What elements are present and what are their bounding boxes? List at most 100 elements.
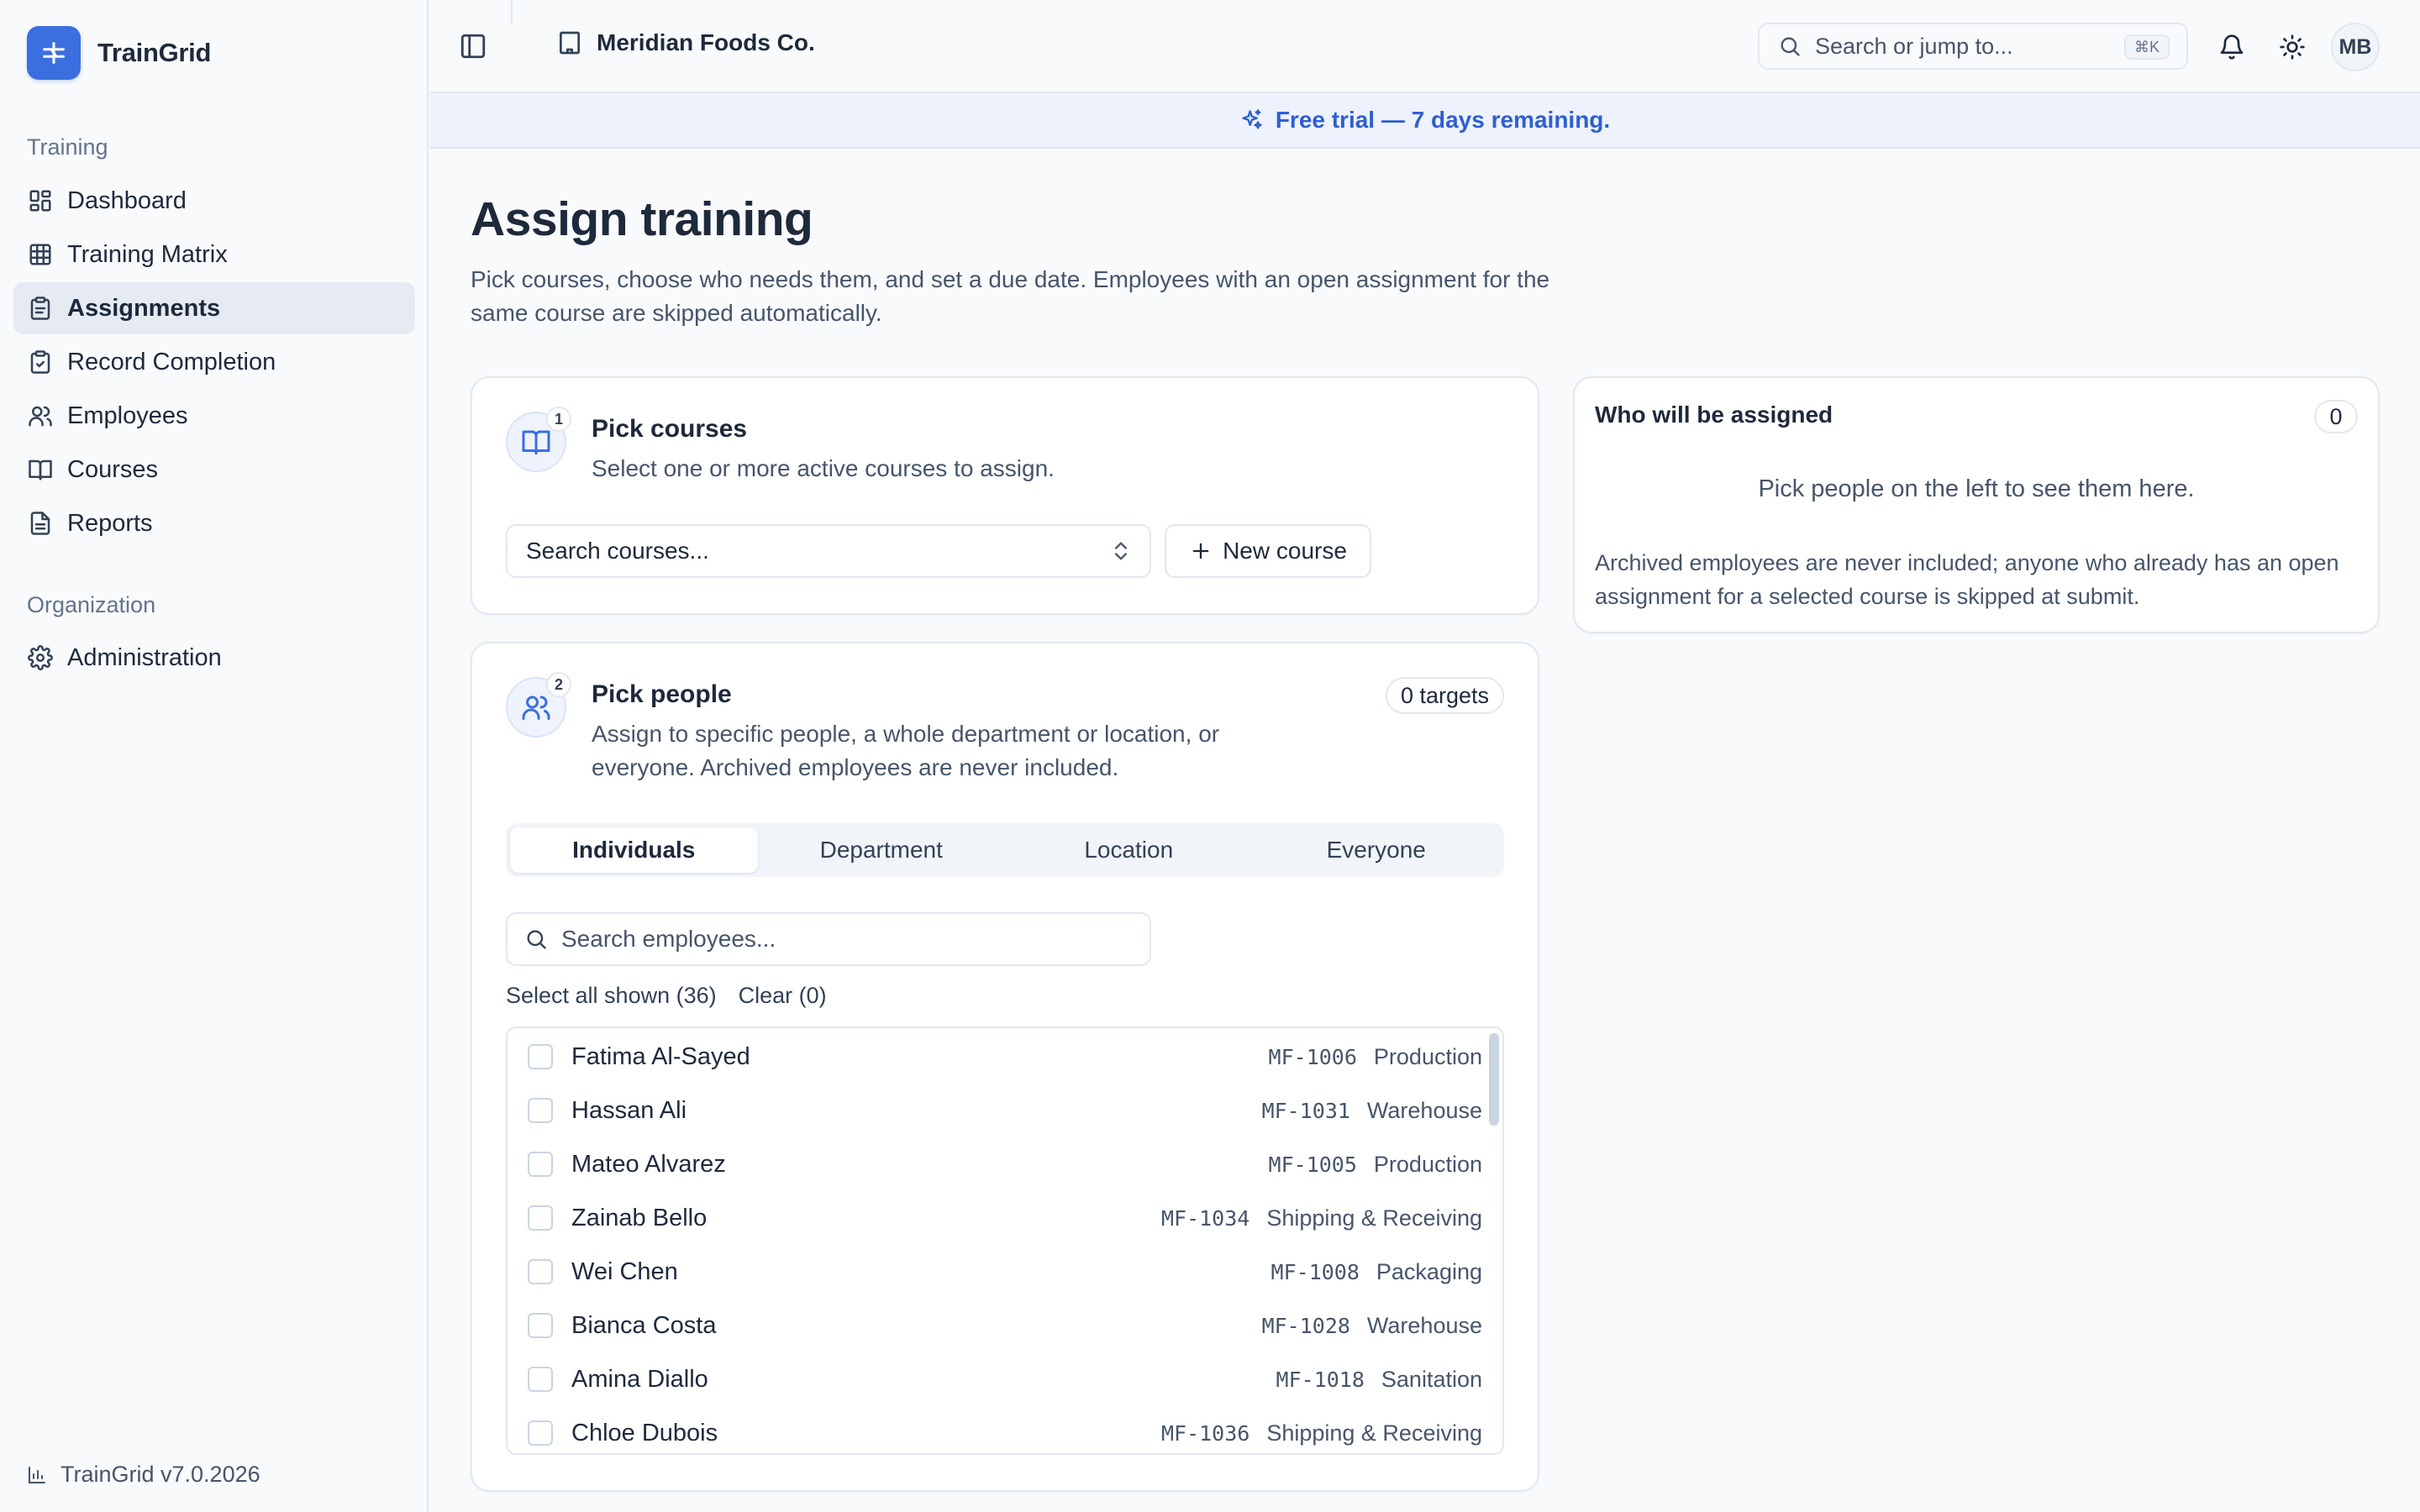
employee-checkbox[interactable] (528, 1098, 553, 1123)
sidebar-item-courses[interactable]: Courses (13, 444, 415, 496)
pick-courses-title: Pick courses (592, 415, 748, 443)
topbar-divider (511, 0, 513, 25)
employee-id: MF-1034 (1160, 1205, 1250, 1231)
employee-id: MF-1028 (1261, 1313, 1350, 1338)
select-all-shown-button[interactable]: Select all shown (36) (506, 983, 717, 1009)
employee-list[interactable]: Fatima Al-Sayed MF-1006 Production Hassan A… (506, 1026, 1504, 1455)
employee-row[interactable]: Chloe Dubois MF-1036 Shipping & Receiving (508, 1406, 1491, 1453)
nav-section-training: Training (27, 134, 108, 160)
sidebar-item-administration[interactable]: Administration (13, 632, 415, 684)
employee-row[interactable]: Zainab Bello MF-1034 Shipping & Receiving (508, 1191, 1491, 1245)
clipboard-check-icon (27, 349, 54, 375)
employee-row[interactable]: Mateo Alvarez MF-1005 Production (508, 1137, 1491, 1191)
employee-department: Shipping & Receiving (1266, 1420, 1482, 1446)
new-course-button[interactable]: New course (1165, 524, 1371, 578)
employee-checkbox[interactable] (528, 1420, 553, 1446)
trial-banner-text: Free trial — 7 days remaining. (1275, 107, 1611, 133)
sidebar-item-employees[interactable]: Employees (13, 390, 415, 442)
clear-selection-button[interactable]: Clear (0) (739, 983, 827, 1009)
search-shortcut: ⌘K (2123, 34, 2170, 60)
employee-department: Production (1373, 1043, 1482, 1069)
employee-row[interactable]: Wei Chen MF-1008 Packaging (508, 1245, 1491, 1299)
sidebar: TrainGrid Training Dashboard Training Ma… (0, 0, 429, 1512)
topbar: Meridian Foods Co. Search or jump to... … (430, 0, 2420, 93)
book-icon (27, 456, 54, 483)
tab-department[interactable]: Department (758, 827, 1006, 873)
sidebar-item-reports[interactable]: Reports (13, 497, 415, 549)
step-number-badge: 1 (546, 407, 571, 432)
employee-row[interactable]: Bianca Costa MF-1028 Warehouse (508, 1299, 1491, 1352)
step-1-book-icon: 1 (506, 407, 571, 472)
sun-icon[interactable] (2277, 32, 2307, 62)
global-search-input[interactable]: Search or jump to... ⌘K (1758, 23, 2188, 70)
employee-meta: MF-1006 Production (1269, 1044, 1482, 1070)
employee-name: Chloe Dubois (571, 1419, 718, 1446)
sidebar-item-label: Courses (67, 455, 158, 483)
pick-courses-description: Select one or more active courses to ass… (592, 455, 1055, 481)
target-type-tabs: Individuals Department Location Everyone (506, 823, 1504, 877)
chevrons-up-down-icon (1109, 539, 1133, 563)
file-text-icon (27, 510, 54, 537)
avatar[interactable]: MB (2331, 23, 2380, 71)
employee-meta: MF-1008 Packaging (1271, 1259, 1482, 1285)
bell-icon[interactable] (2217, 32, 2247, 62)
users-icon (27, 402, 54, 429)
building-icon (556, 29, 583, 56)
employee-row[interactable]: Fatima Al-Sayed MF-1006 Production (508, 1030, 1491, 1084)
course-search-combobox[interactable]: Search courses... (506, 524, 1151, 578)
global-search-placeholder: Search or jump to... (1815, 33, 2013, 59)
grid-icon (27, 241, 54, 268)
pick-people-card: 2 Pick people Assign to specific people,… (471, 642, 1539, 1492)
tab-location[interactable]: Location (1005, 827, 1253, 873)
employee-department: Sanitation (1381, 1366, 1482, 1392)
employee-checkbox[interactable] (528, 1044, 553, 1069)
employee-checkbox[interactable] (528, 1313, 553, 1338)
gear-icon (27, 644, 54, 671)
sidebar-item-label: Administration (67, 643, 222, 671)
clipboard-icon (27, 295, 54, 322)
employee-department: Warehouse (1366, 1312, 1482, 1338)
employee-department: Warehouse (1366, 1097, 1482, 1123)
page-title: Assign training (471, 192, 813, 246)
employee-meta: MF-1005 Production (1269, 1152, 1482, 1178)
tab-everyone[interactable]: Everyone (1253, 827, 1501, 873)
sidebar-item-label: Dashboard (67, 186, 187, 214)
employee-id: MF-1006 (1268, 1044, 1357, 1069)
sidebar-item-assignments[interactable]: Assignments (13, 282, 415, 334)
tab-individuals[interactable]: Individuals (510, 827, 758, 873)
brand-name: TrainGrid (97, 38, 212, 67)
employee-department: Packaging (1376, 1258, 1482, 1284)
sidebar-item-training-matrix[interactable]: Training Matrix (13, 228, 415, 281)
trial-banner: Free trial — 7 days remaining. (430, 93, 2420, 149)
pick-people-title: Pick people (592, 680, 732, 708)
employee-checkbox[interactable] (528, 1152, 553, 1177)
employee-meta: MF-1031 Warehouse (1262, 1098, 1482, 1124)
sidebar-item-record-completion[interactable]: Record Completion (13, 336, 415, 388)
employee-row[interactable]: Hassan Ali MF-1031 Warehouse (508, 1084, 1491, 1137)
employee-id: MF-1018 (1276, 1367, 1365, 1392)
bar-chart-icon (27, 1465, 47, 1485)
employee-search-placeholder: Search employees... (561, 926, 776, 952)
version-label: TrainGrid v7.0.2026 (60, 1462, 260, 1487)
brand[interactable]: TrainGrid (27, 26, 211, 80)
sidebar-toggle-icon[interactable] (459, 32, 487, 60)
new-course-label: New course (1223, 538, 1347, 564)
assignees-empty-state: Pick people on the left to see them here… (1758, 475, 2195, 502)
assignees-title: Who will be assigned (1595, 402, 1833, 428)
employee-checkbox[interactable] (528, 1205, 553, 1231)
employee-id: MF-1036 (1160, 1420, 1250, 1446)
version-footer: TrainGrid v7.0.2026 (27, 1462, 260, 1488)
dashboard-icon (27, 187, 54, 214)
employee-row[interactable]: Amina Diallo MF-1018 Sanitation (508, 1352, 1491, 1406)
employee-name: Fatima Al-Sayed (571, 1042, 750, 1070)
sidebar-item-dashboard[interactable]: Dashboard (13, 175, 415, 227)
employee-checkbox[interactable] (528, 1367, 553, 1392)
org-switcher[interactable]: Meridian Foods Co. (556, 29, 815, 56)
employee-name: Hassan Ali (571, 1096, 687, 1124)
employee-checkbox[interactable] (528, 1259, 553, 1284)
pick-courses-card: 1 Pick courses Select one or more active… (471, 376, 1539, 615)
course-search-placeholder: Search courses... (526, 538, 709, 564)
pick-people-description: Assign to specific people, a whole depar… (592, 721, 1220, 780)
employee-search-input[interactable]: Search employees... (506, 912, 1151, 966)
employee-department: Shipping & Receiving (1266, 1205, 1482, 1231)
